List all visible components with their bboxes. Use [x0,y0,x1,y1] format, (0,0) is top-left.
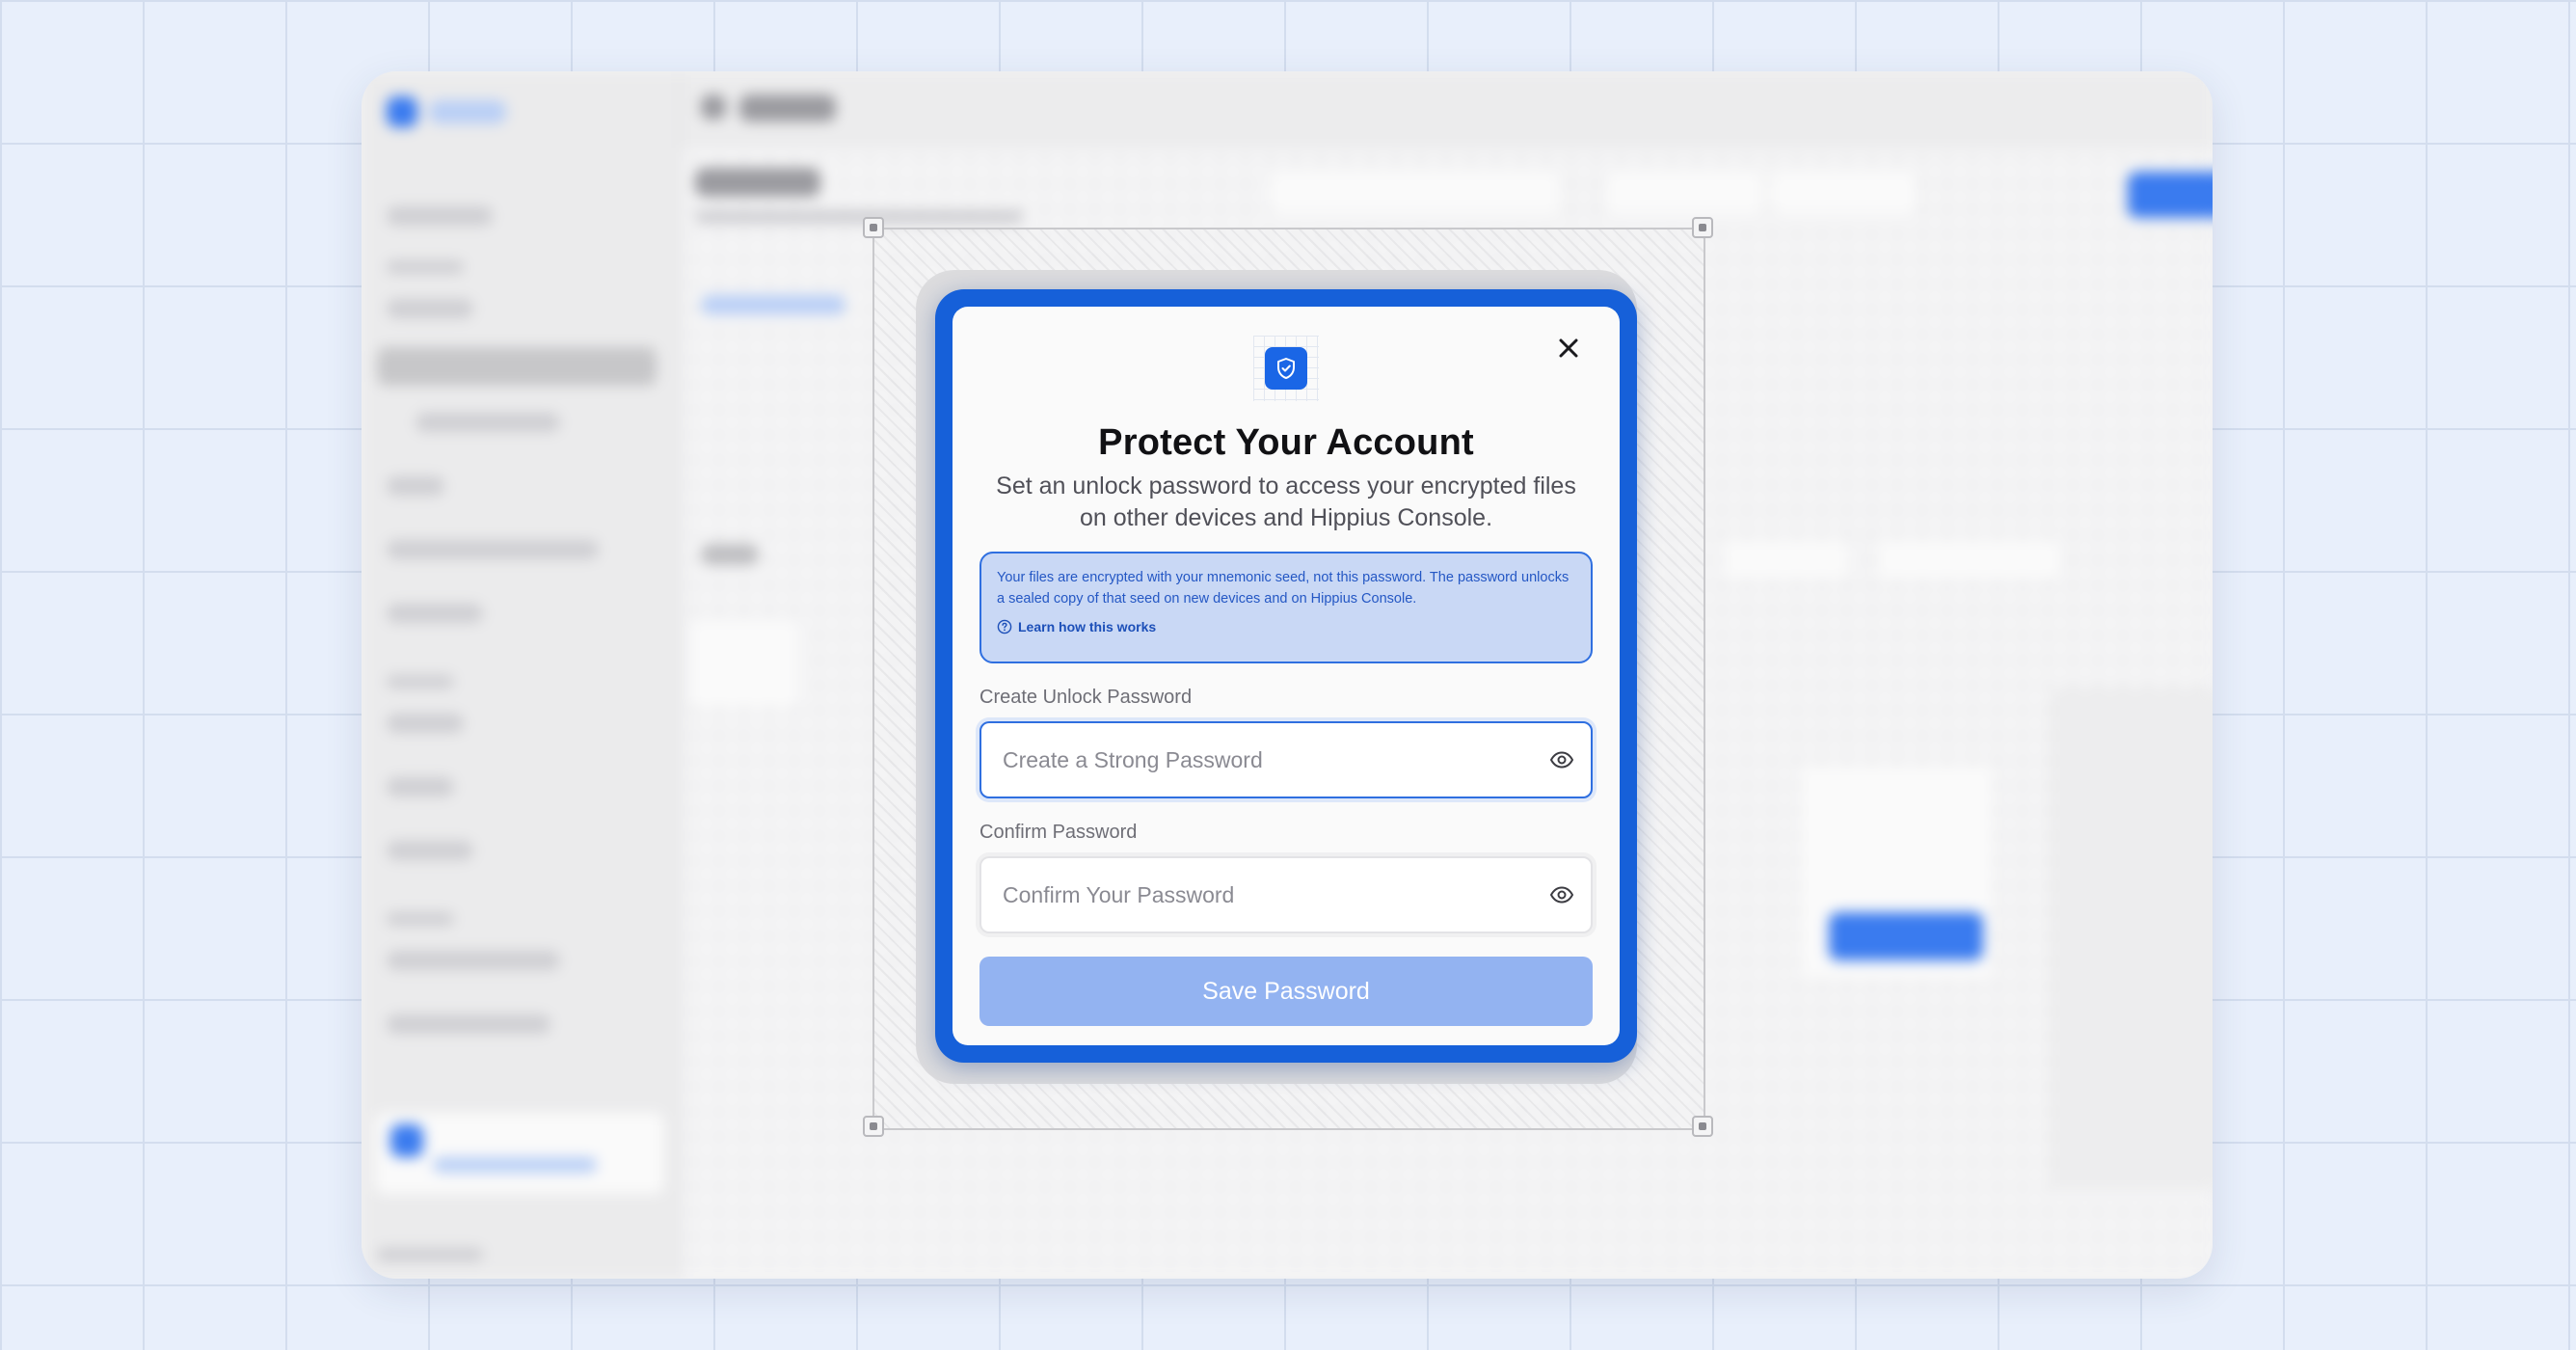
close-icon[interactable] [1558,338,1579,359]
save-password-button[interactable]: Save Password [979,957,1593,1026]
resize-handle-bottom-right[interactable] [1692,1116,1713,1137]
dialog-title: Protect Your Account [1098,422,1474,463]
eye-icon[interactable] [1549,886,1574,904]
confirm-password-label: Confirm Password [979,822,1138,843]
toggle-create-password-visibility[interactable] [1533,723,1591,796]
confirm-password-field [979,856,1593,933]
dialog-subtitle: Set an unlock password to access your en… [996,472,1576,531]
close-button[interactable] [1548,328,1589,368]
toggle-confirm-password-visibility[interactable] [1533,858,1591,932]
learn-more-label: Learn how this works [1018,619,1157,634]
create-password-label: Create Unlock Password [979,687,1193,708]
background-sidebar [362,71,682,1279]
info-callout: Your files are encrypted with your mnemo… [979,552,1593,663]
shield-badge [1265,347,1307,390]
resize-handle-top-right[interactable] [1692,217,1713,238]
protect-account-dialog: Protect Your Account Set an unlock passw… [953,307,1620,1045]
learn-more-link[interactable]: Learn how this works [997,619,1575,634]
create-password-field [979,721,1593,798]
resize-handle-top-left[interactable] [863,217,884,238]
eye-icon[interactable] [1549,751,1574,769]
resize-handle-bottom-left[interactable] [863,1116,884,1137]
question-circle-icon [997,619,1012,634]
shield-check-icon [1277,358,1295,379]
create-password-input[interactable] [981,723,1533,796]
confirm-password-input[interactable] [981,858,1533,932]
info-text: Your files are encrypted with your mnemo… [997,570,1570,607]
